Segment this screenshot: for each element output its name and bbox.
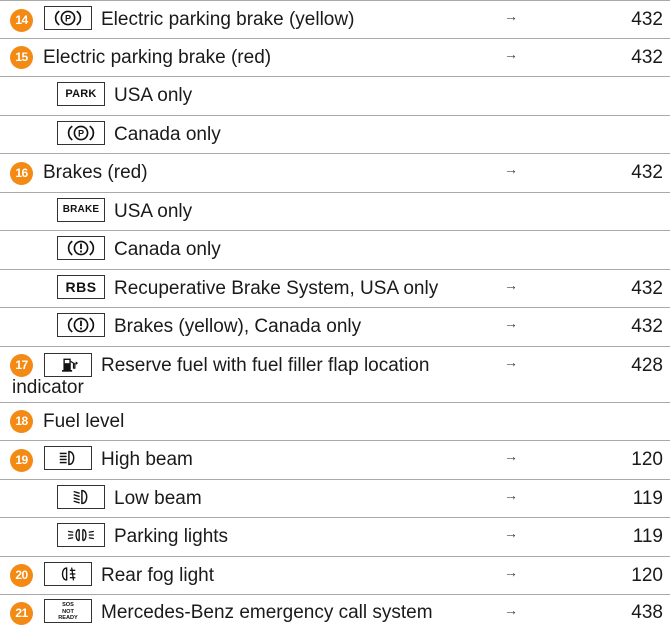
brake-exclamation-icon <box>57 313 105 338</box>
parking-lights-icon <box>57 523 105 548</box>
callout-number: 14 <box>10 8 33 32</box>
row-label: Low beam <box>114 487 202 509</box>
fuel-pump-icon <box>44 352 92 377</box>
reference-arrow: → <box>504 276 518 293</box>
reference-arrow: → <box>504 353 518 370</box>
table-row: 19 High beam → 120 <box>0 441 670 480</box>
page-reference[interactable]: 119 <box>633 480 663 518</box>
table-row: Brakes (yellow), Canada only → 432 <box>0 308 670 347</box>
callout-number: 16 <box>10 161 33 185</box>
page-reference[interactable]: 428 <box>631 347 663 385</box>
page-reference[interactable]: 438 <box>631 595 663 631</box>
row-label-line-2: indicator <box>12 376 84 398</box>
page-reference[interactable]: 432 <box>631 308 663 346</box>
page-reference[interactable]: 119 <box>633 518 663 556</box>
page-reference[interactable]: 120 <box>631 557 663 595</box>
reference-arrow: → <box>504 602 518 618</box>
reference-arrow: → <box>504 486 518 503</box>
reference-arrow: → <box>504 161 518 177</box>
callout-number: 17 <box>10 354 33 377</box>
table-row: 16 Brakes (red) → 432 <box>0 154 670 193</box>
page-reference[interactable]: 432 <box>631 1 663 39</box>
table-row: Parking lights → 119 <box>0 518 670 557</box>
page-reference[interactable]: 432 <box>631 39 663 77</box>
page-reference[interactable]: 432 <box>631 270 663 308</box>
reference-arrow: → <box>504 8 518 24</box>
callout-number: 19 <box>10 448 33 472</box>
table-row: 18 Fuel level <box>0 403 670 441</box>
brake-text-icon: BRAKE <box>57 197 105 222</box>
table-row: PARK USA only <box>0 77 670 116</box>
row-label: Brakes (yellow), Canada only <box>114 316 362 337</box>
table-row: BRAKE USA only <box>0 193 670 231</box>
reference-arrow: → <box>504 563 518 580</box>
parking-brake-circle-p-icon: P <box>44 6 92 31</box>
row-label: Rear fog light <box>101 564 215 586</box>
row-label: USA only <box>114 85 193 106</box>
reference-arrow: → <box>504 525 518 541</box>
row-label: Electric parking brake (red) <box>43 46 272 68</box>
callout-number: 20 <box>10 564 33 587</box>
low-beam-icon <box>57 484 105 509</box>
rear-fog-light-icon <box>44 561 92 586</box>
indicator-lamp-table: 14 P Electric parking brake (yellow) → 4… <box>0 0 670 631</box>
page-reference[interactable]: 432 <box>631 154 663 192</box>
table-row: Canada only <box>0 231 670 270</box>
table-row: P Canada only <box>0 116 670 154</box>
row-label-line-1: Reserve fuel with fuel filler flap locat… <box>101 354 430 376</box>
row-label: High beam <box>101 449 193 470</box>
table-row: 17 Reserve fuel with fuel filler flap lo… <box>0 347 670 403</box>
svg-text:P: P <box>78 128 84 138</box>
reference-arrow: → <box>504 448 518 464</box>
reference-arrow: → <box>504 315 518 331</box>
row-label: Electric parking brake (yellow) <box>101 9 355 30</box>
parking-brake-circle-p-icon: P <box>57 120 105 145</box>
callout-number: 18 <box>10 410 33 433</box>
row-label: USA only <box>114 200 193 222</box>
table-row: 14 P Electric parking brake (yellow) → 4… <box>0 0 670 39</box>
callout-number: 21 <box>10 601 33 625</box>
park-text-icon: PARK <box>57 82 105 107</box>
svg-text:P: P <box>65 14 71 24</box>
page-reference[interactable]: 120 <box>631 441 663 479</box>
sos-not-ready-icon: SOS NOT READY <box>44 599 92 624</box>
table-row: RBS Recuperative Brake System, USA only →… <box>0 270 670 308</box>
row-label: Parking lights <box>114 526 229 547</box>
brake-exclamation-icon <box>57 236 105 261</box>
row-label: Canada only <box>114 239 221 260</box>
row-label: Brakes (red) <box>43 162 148 183</box>
row-label: Fuel level <box>43 410 125 432</box>
reference-arrow: → <box>504 45 518 62</box>
table-row: 15 Electric parking brake (red) → 432 <box>0 39 670 77</box>
table-row: Low beam → 119 <box>0 480 670 518</box>
row-label: Recuperative Brake System, USA only <box>114 277 439 299</box>
rbs-text-icon: RBS <box>57 274 105 299</box>
row-label: Canada only <box>114 123 221 145</box>
row-label: Mercedes-Benz emergency call system <box>101 602 433 623</box>
high-beam-icon <box>44 446 92 471</box>
callout-number: 15 <box>10 46 33 69</box>
table-row: 20 Rear fog light → 120 <box>0 557 670 595</box>
table-row: 21 SOS NOT READY Mercedes-Benz emergency… <box>0 595 670 631</box>
